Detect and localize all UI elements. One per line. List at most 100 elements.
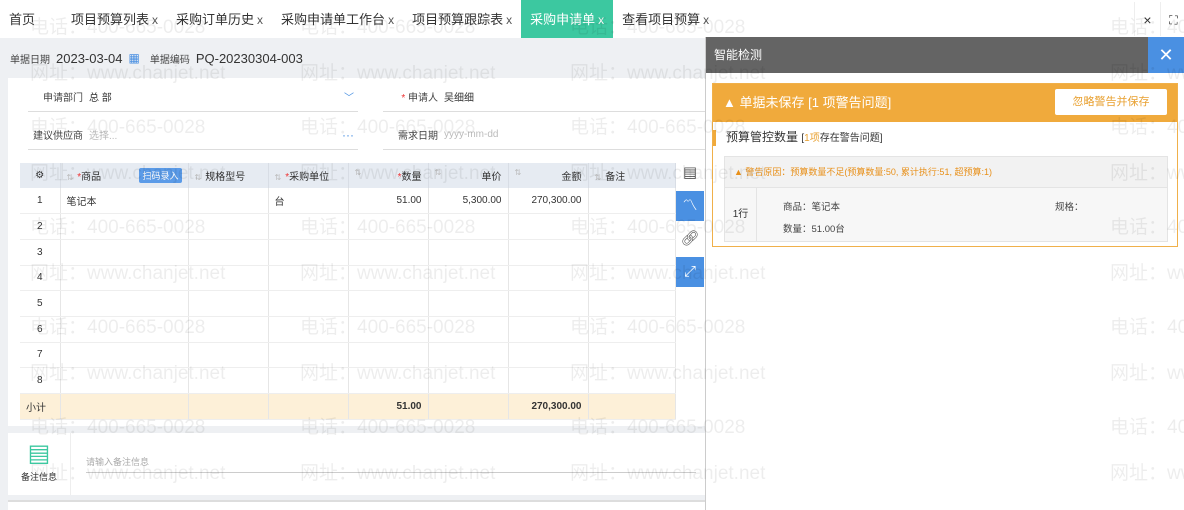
tab-6[interactable]: 查看项目预算 x — [613, 0, 718, 38]
remark-input[interactable]: 请输入备注信息 — [86, 455, 696, 473]
cell-qty[interactable]: 51.00 — [348, 188, 429, 215]
close-icon[interactable]: ✕ — [1148, 37, 1184, 73]
cell-note[interactable] — [588, 239, 676, 266]
cell-unit[interactable] — [268, 316, 349, 343]
cell-unit[interactable]: 台 — [268, 188, 349, 215]
cell-item[interactable]: 笔记本 — [60, 188, 189, 215]
cell-price[interactable] — [428, 265, 509, 292]
cell-note[interactable] — [588, 290, 676, 317]
cell-item[interactable] — [60, 367, 189, 394]
cell-note[interactable] — [588, 188, 676, 215]
cell-amount[interactable] — [508, 316, 589, 343]
table-row[interactable]: 6 — [20, 316, 676, 343]
chart-icon[interactable]: 〽 — [676, 191, 704, 221]
cell-item[interactable] — [60, 213, 189, 240]
cell-qty[interactable] — [348, 367, 429, 394]
cell-qty[interactable] — [348, 239, 429, 266]
cell-note[interactable] — [588, 342, 676, 369]
cell-spec[interactable] — [188, 239, 269, 266]
cell-unit[interactable] — [268, 367, 349, 394]
cell-item[interactable] — [60, 290, 189, 317]
calendar-icon[interactable]: ▦ — [129, 51, 140, 65]
cell-price[interactable] — [428, 213, 509, 240]
cell-spec[interactable] — [188, 342, 269, 369]
table-row[interactable]: 8 — [20, 367, 676, 394]
date-input[interactable]: 2023-03-04 — [56, 51, 123, 66]
document-icon[interactable]: ▤ — [676, 158, 704, 188]
cell-note[interactable] — [588, 213, 676, 240]
ignore-and-save-button[interactable]: 忽略警告并保存 — [1055, 89, 1167, 115]
fullscreen-icon[interactable]: ⛶ — [1160, 2, 1184, 36]
cell-qty[interactable] — [348, 290, 429, 317]
cell-amount[interactable] — [508, 342, 589, 369]
cell-unit[interactable] — [268, 342, 349, 369]
cell-spec[interactable] — [188, 265, 269, 292]
chevron-down-icon[interactable]: ﹀ — [344, 89, 354, 104]
cell-amount[interactable] — [508, 367, 589, 394]
tab-close-icon[interactable]: x — [257, 13, 263, 27]
cell-item[interactable] — [60, 342, 189, 369]
supplier-field[interactable]: 建议供应商 选择... ··· — [28, 120, 358, 150]
cell-amount[interactable] — [508, 213, 589, 240]
cell-price[interactable] — [428, 290, 509, 317]
cell-spec[interactable] — [188, 290, 269, 317]
cell-amount[interactable] — [508, 265, 589, 292]
cell-unit[interactable] — [268, 265, 349, 292]
cell-qty[interactable] — [348, 316, 429, 343]
tab-4[interactable]: 项目预算跟踪表 x — [403, 0, 521, 38]
applicant-field[interactable]: * 申请人 吴细细 — [383, 82, 705, 112]
table-row[interactable]: 4 — [20, 265, 676, 292]
tab-2[interactable]: 采购订单历史 x — [167, 0, 272, 38]
cell-qty[interactable] — [348, 213, 429, 240]
attachment-icon[interactable]: 🔗︎ — [676, 224, 704, 254]
close-all-tabs-icon[interactable]: × — [1134, 2, 1160, 36]
col-unit[interactable]: ⇅ *采购单位 — [268, 163, 349, 188]
cell-item[interactable] — [60, 316, 189, 343]
tab-1[interactable]: 项目预算列表 x — [62, 0, 167, 38]
cell-note[interactable] — [588, 316, 676, 343]
tab-5[interactable]: 采购申请单 x — [521, 0, 614, 38]
scan-entry-button[interactable]: 扫码录入 — [139, 168, 182, 183]
col-note[interactable]: ⇅ 备注 — [588, 163, 676, 188]
table-row[interactable]: 3 — [20, 239, 676, 266]
cell-qty[interactable] — [348, 342, 429, 369]
cell-unit[interactable] — [268, 213, 349, 240]
table-row[interactable]: 1 笔记本 台 51.00 5,300.00 270,300.00 — [20, 188, 676, 215]
remark-tab[interactable]: ▤ 备注信息 — [8, 433, 71, 495]
cell-spec[interactable] — [188, 367, 269, 394]
expand-icon[interactable]: ⤢ — [676, 257, 704, 287]
cell-price[interactable]: 5,300.00 — [428, 188, 509, 215]
cell-price[interactable] — [428, 239, 509, 266]
col-item[interactable]: ⇅ *商品 扫码录入 — [60, 163, 189, 188]
table-row[interactable]: 2 — [20, 213, 676, 240]
col-amount[interactable]: ⇅ 金额 — [508, 163, 589, 188]
cell-unit[interactable] — [268, 290, 349, 317]
cell-price[interactable] — [428, 342, 509, 369]
dept-field[interactable]: 申请部门 总 部 ﹀ — [28, 82, 358, 112]
cell-spec[interactable] — [188, 213, 269, 240]
col-qty[interactable]: ⇅ *数量 — [348, 163, 429, 188]
cell-unit[interactable] — [268, 239, 349, 266]
cell-item[interactable] — [60, 239, 189, 266]
cell-spec[interactable] — [188, 188, 269, 215]
cell-spec[interactable] — [188, 316, 269, 343]
tab-close-icon[interactable]: x — [506, 13, 512, 27]
need-date-field[interactable]: 需求日期 yyyy-mm-dd — [383, 120, 705, 150]
tab-close-icon[interactable]: x — [703, 13, 709, 27]
col-price[interactable]: ⇅ 单价 — [428, 163, 509, 188]
table-row[interactable]: 7 — [20, 342, 676, 369]
table-row[interactable]: 5 — [20, 290, 676, 317]
cell-price[interactable] — [428, 316, 509, 343]
cell-note[interactable] — [588, 367, 676, 394]
cell-amount[interactable] — [508, 239, 589, 266]
cell-item[interactable] — [60, 265, 189, 292]
tab-0[interactable]: 首页 — [0, 0, 44, 38]
settings-icon[interactable]: ⚙ — [20, 163, 61, 188]
more-icon[interactable]: ··· — [342, 128, 354, 142]
cell-note[interactable] — [588, 265, 676, 292]
cell-amount[interactable] — [508, 290, 589, 317]
tab-close-icon[interactable]: x — [388, 13, 394, 27]
col-spec[interactable]: ⇅ 规格型号 — [188, 163, 269, 188]
tab-3[interactable]: 采购申请单工作台 x — [272, 0, 403, 38]
cell-amount[interactable]: 270,300.00 — [508, 188, 589, 215]
